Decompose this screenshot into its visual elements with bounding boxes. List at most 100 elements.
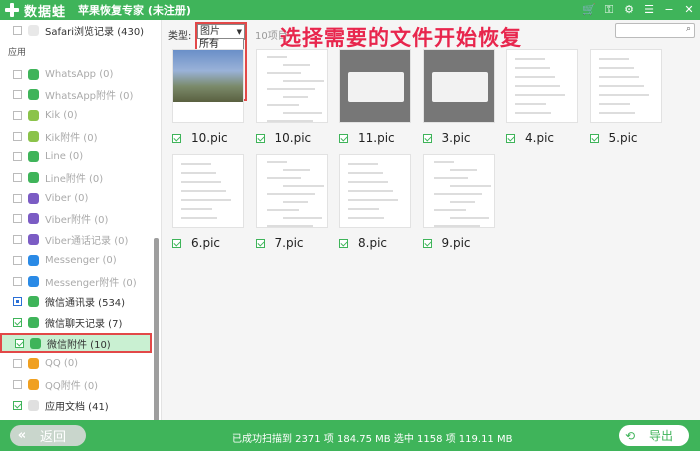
viber-icon	[28, 234, 39, 246]
checkbox[interactable]	[13, 255, 22, 265]
dialog-preview	[431, 72, 488, 102]
file-checkbox[interactable]	[422, 134, 432, 143]
file-thumbnail[interactable]	[339, 154, 411, 228]
text-line	[282, 80, 324, 82]
file-thumbnail[interactable]	[255, 49, 328, 123]
text-line	[598, 112, 635, 114]
file-checkbox[interactable]	[339, 239, 348, 248]
file-checkbox[interactable]	[172, 239, 181, 248]
menu-icon[interactable]: ☰	[642, 2, 656, 18]
file-checkbox[interactable]	[589, 134, 599, 143]
file-tile[interactable]: 5.pic	[585, 44, 662, 145]
file-thumbnail[interactable]	[422, 49, 495, 123]
file-tile[interactable]: 4.pic	[501, 44, 578, 145]
checkbox[interactable]	[13, 214, 22, 224]
file-name: 3.pic	[441, 131, 471, 145]
back-button[interactable]: « 返回	[10, 425, 86, 446]
sidebar-item[interactable]: Viber通话记录 (0)	[0, 230, 152, 250]
file-checkbox[interactable]	[255, 239, 265, 248]
sidebar-item[interactable]: 应用文档 (41)	[0, 395, 152, 415]
file-thumbnail[interactable]	[589, 49, 662, 123]
checkbox[interactable]	[13, 193, 22, 203]
key-icon[interactable]: ⚿	[602, 2, 616, 18]
file-thumbnail[interactable]	[255, 154, 328, 228]
sidebar-item[interactable]: Kik (0)	[0, 105, 152, 125]
file-checkbox[interactable]	[422, 239, 432, 248]
bottom-bar: « 返回 已成功扫描到 2371 项 184.75 MB 选中 1158 项 1…	[0, 420, 700, 451]
file-thumbnail[interactable]	[422, 154, 495, 228]
text-line	[282, 64, 310, 66]
checkbox[interactable]	[13, 380, 22, 389]
file-thumbnail[interactable]	[339, 49, 411, 123]
file-tile[interactable]: 3.pic	[418, 44, 495, 145]
text-line	[598, 67, 634, 69]
file-tile[interactable]: 8.pic	[334, 149, 411, 250]
close-icon[interactable]: ✕	[682, 2, 696, 18]
settings-icon[interactable]: ⚙	[622, 2, 636, 18]
file-thumbnail[interactable]	[506, 49, 578, 123]
minimize-icon[interactable]: −	[662, 2, 676, 18]
sidebar-item[interactable]: WhatsApp (0)	[0, 64, 152, 84]
sidebar-item[interactable]: 微信附件 (10)	[0, 333, 152, 354]
file-name: 6.pic	[191, 236, 220, 250]
checkbox[interactable]	[13, 131, 22, 141]
sidebar-item-safari-history[interactable]: Safari浏览记录 (430)	[0, 20, 152, 40]
sidebar-item-label: 应用文档 (41)	[45, 401, 109, 413]
cart-icon[interactable]: 🛒	[582, 2, 596, 18]
file-checkbox[interactable]	[255, 134, 265, 143]
checkbox[interactable]	[13, 235, 22, 245]
sidebar-item[interactable]: WhatsApp附件 (0)	[0, 85, 152, 105]
file-checkbox[interactable]	[506, 134, 515, 143]
checkbox[interactable]	[13, 276, 22, 286]
sidebar-item-label: Messenger附件 (0)	[45, 277, 137, 289]
sidebar-item[interactable]: Viber附件 (0)	[0, 209, 152, 229]
sidebar-item-label: QQ (0)	[45, 358, 79, 370]
checkbox[interactable]	[13, 90, 22, 100]
checkbox[interactable]	[13, 359, 22, 369]
text-line	[449, 185, 491, 187]
file-thumbnail[interactable]	[172, 154, 244, 228]
sidebar-item[interactable]: Line (0)	[0, 147, 152, 167]
file-checkbox[interactable]	[339, 134, 348, 143]
sidebar-item[interactable]: Line附件 (0)	[0, 168, 152, 188]
sidebar-scrollbar[interactable]	[154, 238, 159, 420]
file-tile[interactable]: 11.pic	[334, 44, 411, 145]
checkbox[interactable]	[13, 297, 22, 307]
brand-name: 数据蛙	[24, 4, 67, 20]
checkbox[interactable]	[13, 110, 22, 120]
file-checkbox[interactable]	[172, 134, 181, 143]
file-tile[interactable]: 9.pic	[418, 149, 495, 250]
qq-icon	[28, 379, 39, 390]
sidebar-item[interactable]: Messenger附件 (0)	[0, 271, 152, 291]
sidebar-item[interactable]: 微信聊天记录 (7)	[0, 312, 152, 332]
checkbox[interactable]	[13, 400, 22, 410]
sidebar-item-label: 微信附件 (10)	[47, 339, 111, 351]
file-tile[interactable]: 10.pic	[251, 44, 328, 145]
text-line	[348, 199, 398, 201]
messenger-icon	[28, 275, 39, 287]
file-name: 11.pic	[358, 131, 395, 145]
checkbox[interactable]	[13, 173, 22, 182]
search-input[interactable]: ⌕	[615, 23, 695, 38]
sidebar-item[interactable]: QQ (0)	[0, 354, 152, 374]
sidebar-item[interactable]: Kik附件 (0)	[0, 126, 152, 146]
checkbox[interactable]	[13, 69, 22, 79]
checkbox[interactable]	[13, 152, 22, 162]
text-line	[348, 217, 384, 219]
sidebar-item[interactable]: 微信通讯录 (534)	[0, 292, 152, 312]
text-line	[282, 96, 308, 98]
file-tile[interactable]: 10.pic	[167, 44, 244, 145]
sidebar-item[interactable]: Messenger (0)	[0, 250, 152, 270]
kik-icon	[28, 130, 39, 142]
text-line	[449, 201, 475, 203]
file-thumbnail[interactable]	[172, 49, 244, 123]
sidebar-item[interactable]: Viber (0)	[0, 188, 152, 208]
sidebar-item[interactable]: QQ附件 (0)	[0, 375, 152, 395]
text-line	[433, 225, 480, 227]
checkbox[interactable]	[13, 25, 22, 35]
export-button[interactable]: ⟲ 导出	[619, 425, 689, 446]
file-tile[interactable]: 7.pic	[251, 149, 328, 250]
checkbox[interactable]	[15, 338, 24, 348]
file-tile[interactable]: 6.pic	[167, 149, 244, 250]
checkbox[interactable]	[13, 317, 22, 327]
